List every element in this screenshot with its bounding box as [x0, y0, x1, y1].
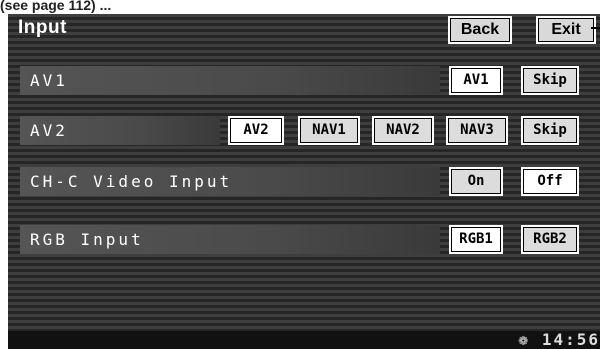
row-label-rgb-input: RGB Input: [30, 230, 144, 249]
chc-off-button[interactable]: Off: [521, 167, 579, 196]
exit-button[interactable]: Exit: [536, 16, 596, 44]
rgb1-button[interactable]: RGB1: [449, 225, 503, 254]
av1-button[interactable]: AV1: [449, 66, 503, 95]
row-chc-video-input: CH-C Video Input: [20, 167, 440, 196]
clock-time: 14:56: [541, 330, 600, 349]
clock: ❁ 14:56: [519, 330, 600, 349]
nav3-button[interactable]: NAV3: [446, 116, 508, 145]
chc-on-button[interactable]: On: [449, 167, 503, 196]
screen-title: Input: [18, 17, 67, 38]
back-button[interactable]: Back: [448, 16, 512, 44]
row-label-chc-video-input: CH-C Video Input: [30, 172, 233, 191]
status-bar: [8, 331, 600, 349]
av2-skip-button[interactable]: Skip: [521, 116, 579, 145]
rgb2-button[interactable]: RGB2: [521, 225, 579, 254]
row-label-av2: AV2: [30, 121, 68, 140]
av1-skip-button[interactable]: Skip: [521, 66, 579, 95]
nav2-button[interactable]: NAV2: [372, 116, 434, 145]
row-label-av1: AV1: [30, 71, 68, 90]
caption-text: (see page 112) ...: [0, 0, 112, 13]
nav1-button[interactable]: NAV1: [298, 116, 360, 145]
row-rgb-input: RGB Input: [20, 225, 440, 254]
row-av2: AV2: [20, 116, 220, 145]
row-av1: AV1: [20, 66, 440, 95]
input-screen: Input Back Exit AV1 AV1 Skip AV2 AV2 NAV…: [8, 14, 600, 349]
av2-button[interactable]: AV2: [228, 116, 284, 145]
gps-icon: ❁: [518, 330, 531, 349]
callout-line: [591, 27, 600, 29]
